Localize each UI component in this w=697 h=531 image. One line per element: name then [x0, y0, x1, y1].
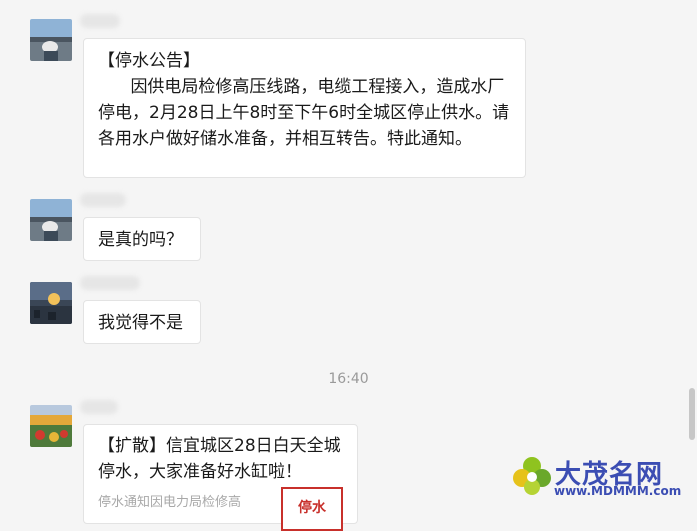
- site-watermark: 大茂名网 www.MDMMM.com: [510, 450, 697, 510]
- clover-logo-icon: [513, 457, 551, 495]
- chat-message-list[interactable]: 【停水公告】 因供电局检修高压线路，电缆工程接入，造成水厂停电，2月28日上午8…: [0, 0, 697, 531]
- sender-name: [80, 400, 118, 414]
- message-text: 我觉得不是: [98, 313, 183, 333]
- avatar[interactable]: [30, 405, 72, 447]
- message-bubble[interactable]: 是真的吗？: [83, 217, 201, 261]
- card-title: 【扩散】信宜城区28日白天全城停水，大家准备好水缸啦！: [98, 436, 341, 482]
- message-bubble[interactable]: 我觉得不是: [83, 300, 201, 344]
- avatar[interactable]: [30, 282, 72, 324]
- message-bubble[interactable]: 【停水公告】 因供电局检修高压线路，电缆工程接入，造成水厂停电，2月28日上午8…: [83, 38, 526, 178]
- message-text: 因供电局检修高压线路，电缆工程接入，造成水厂停电，2月28日上午8时至下午6时全…: [98, 77, 510, 149]
- sender-name: [80, 193, 126, 207]
- message-text: 是真的吗？: [98, 230, 183, 250]
- avatar[interactable]: [30, 19, 72, 61]
- sender-name: [80, 14, 120, 28]
- message-title: 【停水公告】: [98, 51, 200, 71]
- watermark-url: www.MDMMM.com: [554, 484, 682, 498]
- shared-link-card[interactable]: 【扩散】信宜城区28日白天全城停水，大家准备好水缸啦！ 停水通知因电力局检修高 …: [83, 424, 358, 531]
- card-description: 停水通知因电力局检修高: [98, 495, 242, 510]
- sender-name: [80, 276, 140, 290]
- scrollbar-thumb[interactable]: [689, 388, 695, 440]
- card-thumbnail: 停水: [281, 487, 343, 531]
- avatar[interactable]: [30, 199, 72, 241]
- timestamp: 16:40: [328, 371, 369, 387]
